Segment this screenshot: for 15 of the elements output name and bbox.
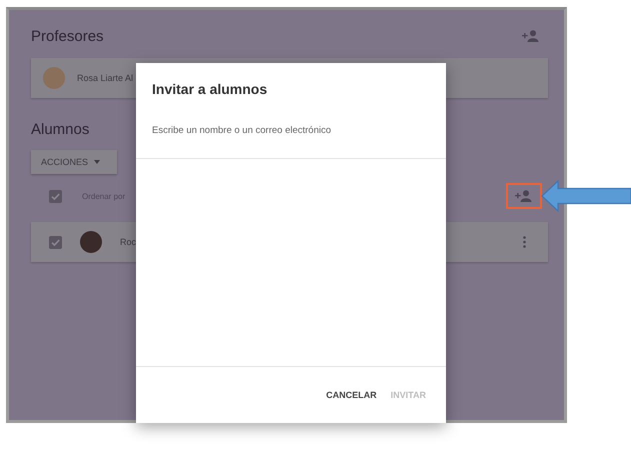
dialog-title: Invitar a alumnos: [151, 80, 268, 97]
section-title: Alumnos: [31, 120, 90, 138]
student-name: Roc: [120, 237, 136, 247]
actions-button[interactable]: ACCIONES: [31, 150, 117, 174]
checkbox[interactable]: [49, 236, 62, 248]
add-student-icon[interactable]: [515, 190, 533, 202]
cancel-button[interactable]: CANCELAR: [322, 384, 381, 406]
more-icon[interactable]: [523, 236, 526, 248]
add-teacher-icon[interactable]: [522, 30, 540, 42]
teacher-name: Rosa Liarte Al: [77, 73, 134, 83]
avatar-icon: [80, 231, 102, 253]
checkbox[interactable]: [49, 190, 62, 202]
section-title: Profesores: [31, 28, 104, 44]
caret-icon: [94, 160, 100, 164]
avatar-icon: [43, 67, 65, 89]
